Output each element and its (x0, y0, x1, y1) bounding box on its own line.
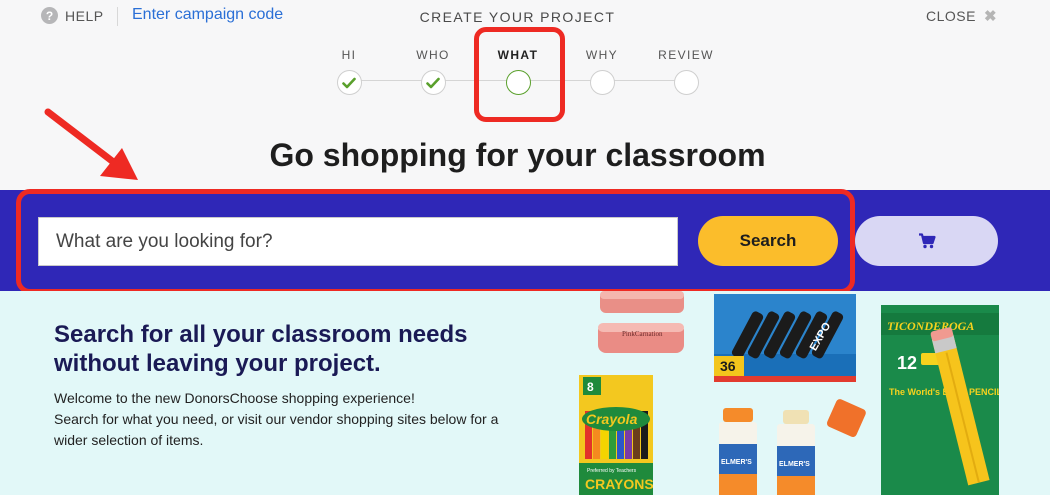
eraser-brand: PinkCarnation (622, 330, 663, 338)
step-circle (420, 70, 446, 95)
erasers-image: PinkCarnation (598, 291, 684, 353)
promo-line: Search for what you need, or visit our v… (54, 411, 499, 448)
close-label: CLOSE (926, 8, 976, 24)
annotation-arrow-icon (44, 108, 138, 180)
glue-cap-image (826, 399, 866, 438)
glue-brand: ELMER'S (779, 461, 810, 468)
checkmark-icon (426, 77, 440, 88)
step-hi[interactable]: HI (304, 48, 394, 95)
step-why[interactable]: WHY (557, 48, 647, 95)
step-label: REVIEW (658, 48, 714, 62)
step-who[interactable]: WHO (388, 48, 478, 95)
promo-text: Welcome to the new DonorsChoose shopping… (54, 388, 534, 451)
search-highlight-annotation (16, 189, 855, 294)
step-highlight-annotation (474, 27, 565, 122)
marker-count: 36 (720, 358, 736, 374)
step-label: HI (341, 48, 357, 62)
page-title: CREATE YOUR PROJECT (419, 9, 616, 25)
glue-stick-open-image: ELMER'S (777, 410, 815, 495)
headline: Go shopping for your classroom (269, 137, 766, 173)
promo-line: Welcome to the new DonorsChoose shopping… (54, 390, 415, 406)
crayons-image: 8 Crayola Preferred by Teachers CRAYONS (579, 375, 653, 495)
checkmark-icon (342, 77, 356, 88)
close-icon: ✖ (983, 8, 997, 25)
step-circle (336, 70, 362, 95)
step-circle (589, 70, 615, 95)
step-label: WHY (585, 48, 619, 62)
crayon-brand: Crayola (586, 411, 638, 427)
close-button[interactable]: CLOSE ✖ (926, 7, 997, 25)
step-review[interactable]: REVIEW (641, 48, 731, 95)
pencil-count: 12 (897, 353, 917, 373)
glue-stick-image: ELMER'S (719, 408, 757, 495)
glue-brand: ELMER'S (721, 459, 752, 466)
crayon-label: CRAYONS (585, 476, 653, 492)
cart-button[interactable] (855, 216, 998, 266)
pencils-image: TICONDEROGA 12 The World's BEST PENCIL (881, 305, 999, 495)
crayon-count: 8 (587, 380, 594, 394)
step-label: WHO (416, 48, 450, 62)
promo-title: Search for all your classroom needs with… (54, 321, 468, 377)
pencil-tagline: The World's BEST PENCIL (889, 387, 999, 397)
cart-icon (918, 233, 936, 249)
step-circle (673, 70, 699, 95)
pencil-brand: TICONDEROGA (887, 319, 974, 333)
top-bar: ? HELP Enter campaign code CREATE YOUR P… (0, 0, 1050, 190)
markers-image: EXPO 36 (714, 294, 856, 382)
crayon-tag: Preferred by Teachers (587, 468, 637, 474)
